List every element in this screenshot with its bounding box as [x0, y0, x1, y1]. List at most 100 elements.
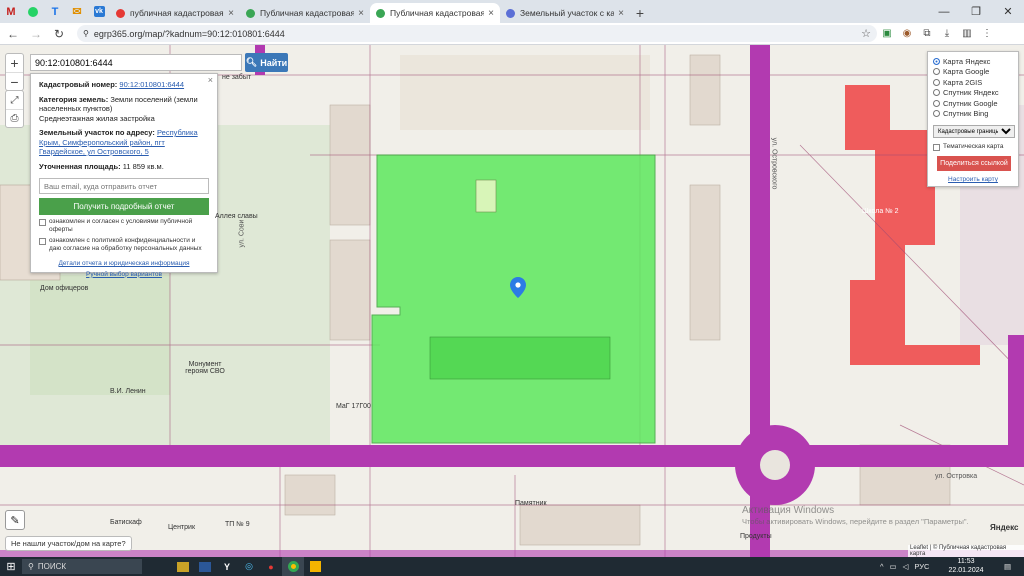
- thematic-checkbox[interactable]: [933, 144, 940, 151]
- radio[interactable]: [933, 99, 940, 107]
- cadastral-number-link[interactable]: 90:12:010801:6444: [119, 80, 184, 89]
- chevron-up-icon[interactable]: ^: [880, 562, 884, 571]
- forward-arrow-icon[interactable]: →: [26, 24, 46, 44]
- taskbar-yandex-browser-icon[interactable]: Y: [216, 557, 238, 576]
- site-info-icon[interactable]: ⚲: [83, 29, 89, 38]
- privacy-checkbox-row[interactable]: ознакомлен с политикой конфиденциальност…: [39, 237, 209, 253]
- extension-icon-2[interactable]: ◉: [897, 24, 917, 44]
- layer-option-2gis-map[interactable]: Карта 2GIS: [933, 77, 1013, 88]
- thematic-checkbox-row[interactable]: Тематическая карта: [933, 143, 1013, 151]
- poi-label: Центрик: [168, 524, 196, 531]
- search-button-label: Найти: [260, 57, 288, 68]
- taskbar-app-icon[interactable]: ●: [260, 557, 282, 576]
- pencil-icon[interactable]: ✎: [5, 510, 25, 530]
- new-tab-button[interactable]: +: [630, 3, 650, 23]
- tab-favicon-icon: [246, 8, 255, 18]
- clock-time: 11:53: [957, 558, 975, 565]
- email-field[interactable]: [39, 178, 209, 194]
- reload-icon[interactable]: ↻: [49, 24, 69, 44]
- poi-label: Дом офицеров: [40, 285, 89, 292]
- setup-map-link[interactable]: Настроить карту: [933, 176, 1013, 183]
- taskbar-search[interactable]: ⚲ ПОИСК: [22, 559, 142, 574]
- layer-option-yandex-sat[interactable]: Спутник Яндекс: [933, 88, 1013, 99]
- details-link[interactable]: Детали отчета и юридическая информация: [39, 259, 209, 269]
- area-label: Уточненная площадь:: [39, 161, 121, 171]
- puzzle-icon[interactable]: ⧉: [917, 24, 937, 44]
- layers-panel: Карта Яндекс Карта Google Карта 2GIS Спу…: [927, 51, 1019, 187]
- poi-label: Аллея славы: [215, 213, 258, 220]
- share-link-button[interactable]: Поделиться ссылкой: [937, 156, 1011, 171]
- minimize-button[interactable]: —: [928, 0, 960, 23]
- taskbar-app-icon[interactable]: [194, 557, 216, 576]
- manual-select-link[interactable]: Ручной выбор вариантов: [39, 270, 209, 280]
- map-attribution: Leaflet | © Публичная кадастровая карта: [908, 545, 1024, 557]
- tab-3-active[interactable]: Публичная кадастровая карта ×: [370, 3, 500, 23]
- print-icon[interactable]: ⎙: [6, 109, 23, 127]
- close-icon[interactable]: ×: [208, 75, 213, 86]
- close-tab-icon[interactable]: ×: [488, 8, 494, 19]
- pinned-tab-vk[interactable]: vk: [88, 0, 110, 23]
- tab-favicon-icon: [116, 8, 125, 18]
- cadastral-number-label: Кадастровый номер:: [39, 80, 118, 89]
- windows-start-icon[interactable]: ⊞: [0, 557, 22, 576]
- poi-label: Школа № 2: [862, 208, 899, 215]
- menu-dots-icon[interactable]: ⋮: [977, 24, 997, 44]
- taskbar-chrome-icon[interactable]: [282, 557, 304, 576]
- terms-checkbox[interactable]: [39, 219, 46, 226]
- layer-option-bing-sat[interactable]: Спутник Bing: [933, 109, 1013, 120]
- taskbar-app-icon[interactable]: [304, 557, 326, 576]
- cadastral-layer-select[interactable]: Кадастровые границы 2024: [933, 125, 1015, 138]
- extension-icon[interactable]: ▣: [877, 24, 897, 44]
- layer-option-google-map[interactable]: Карта Google: [933, 67, 1013, 78]
- bookmark-star-icon[interactable]: ☆: [861, 27, 871, 40]
- taskbar-app-icon[interactable]: ◎: [238, 557, 260, 576]
- not-found-button[interactable]: Не нашли участок/дом на карте?: [5, 536, 132, 551]
- radio[interactable]: [933, 68, 940, 76]
- address-bar[interactable]: ⚲ egrp365.org/map/?kadnum=90:12:010801:6…: [77, 25, 877, 42]
- activation-title: Активация Windows: [742, 505, 835, 516]
- close-tab-icon[interactable]: ×: [618, 8, 624, 19]
- get-report-button[interactable]: Получить подробный отчет: [39, 198, 209, 215]
- radio-selected[interactable]: [933, 57, 940, 65]
- map-view[interactable]: + − ⤢ ⎙ 🔍︎Найти × Кадастровый номер: 90:…: [0, 45, 1024, 557]
- language-indicator[interactable]: РУС: [914, 562, 929, 571]
- sidebar-icon[interactable]: ▥: [957, 24, 977, 44]
- zoom-in-button[interactable]: +: [6, 54, 23, 72]
- radio[interactable]: [933, 89, 940, 97]
- clock[interactable]: 11:53 22.01.2024: [944, 558, 988, 575]
- url-text: egrp365.org/map/?kadnum=90:12:010801:644…: [93, 28, 285, 39]
- maximize-button[interactable]: ❐: [960, 0, 992, 23]
- layer-label: Спутник Bing: [943, 109, 989, 119]
- tab-favicon-icon: [376, 8, 385, 18]
- pinned-tab-whatsapp[interactable]: [22, 0, 44, 23]
- privacy-checkbox[interactable]: [39, 238, 46, 245]
- volume-icon[interactable]: ◁: [903, 562, 909, 571]
- close-tab-icon[interactable]: ×: [228, 8, 234, 19]
- measure-icon[interactable]: ⤢: [6, 91, 23, 109]
- search-button[interactable]: 🔍︎ Найти: [245, 53, 288, 72]
- screen: M T ✉ vk публичная кадастровая карта × П…: [0, 0, 1024, 576]
- layer-option-yandex-map[interactable]: Карта Яндекс: [933, 56, 1013, 67]
- thematic-label: Тематическая карта: [943, 143, 1004, 150]
- radio[interactable]: [933, 78, 940, 86]
- tab-4[interactable]: Земельный участок с кадастр... ×: [500, 3, 630, 23]
- close-tab-icon[interactable]: ×: [358, 8, 364, 19]
- radio[interactable]: [933, 110, 940, 118]
- network-icon[interactable]: ▭: [890, 562, 897, 571]
- pinned-tab-mail[interactable]: ✉: [66, 0, 88, 23]
- category-row: Категория земель: Земли поселений (земли…: [39, 95, 209, 124]
- poi-label: Продукты: [740, 533, 772, 540]
- close-window-button[interactable]: ✕: [992, 0, 1024, 23]
- download-icon[interactable]: ⤓: [937, 24, 957, 44]
- pinned-tab-gmail[interactable]: M: [0, 0, 22, 23]
- tab-2[interactable]: Публичная кадастровая карта ×: [240, 3, 370, 23]
- zoom-out-button[interactable]: −: [6, 72, 23, 90]
- taskbar-app-icon[interactable]: [172, 557, 194, 576]
- terms-checkbox-row[interactable]: ознакомлен и согласен с условиями публич…: [39, 218, 209, 234]
- pinned-tab-t[interactable]: T: [44, 0, 66, 23]
- search-input[interactable]: [30, 54, 242, 71]
- tab-1[interactable]: публичная кадастровая карта ×: [110, 3, 240, 23]
- back-arrow-icon[interactable]: ←: [3, 24, 23, 44]
- layer-option-google-sat[interactable]: Спутник Google: [933, 98, 1013, 109]
- notification-icon[interactable]: ▤: [1004, 557, 1011, 576]
